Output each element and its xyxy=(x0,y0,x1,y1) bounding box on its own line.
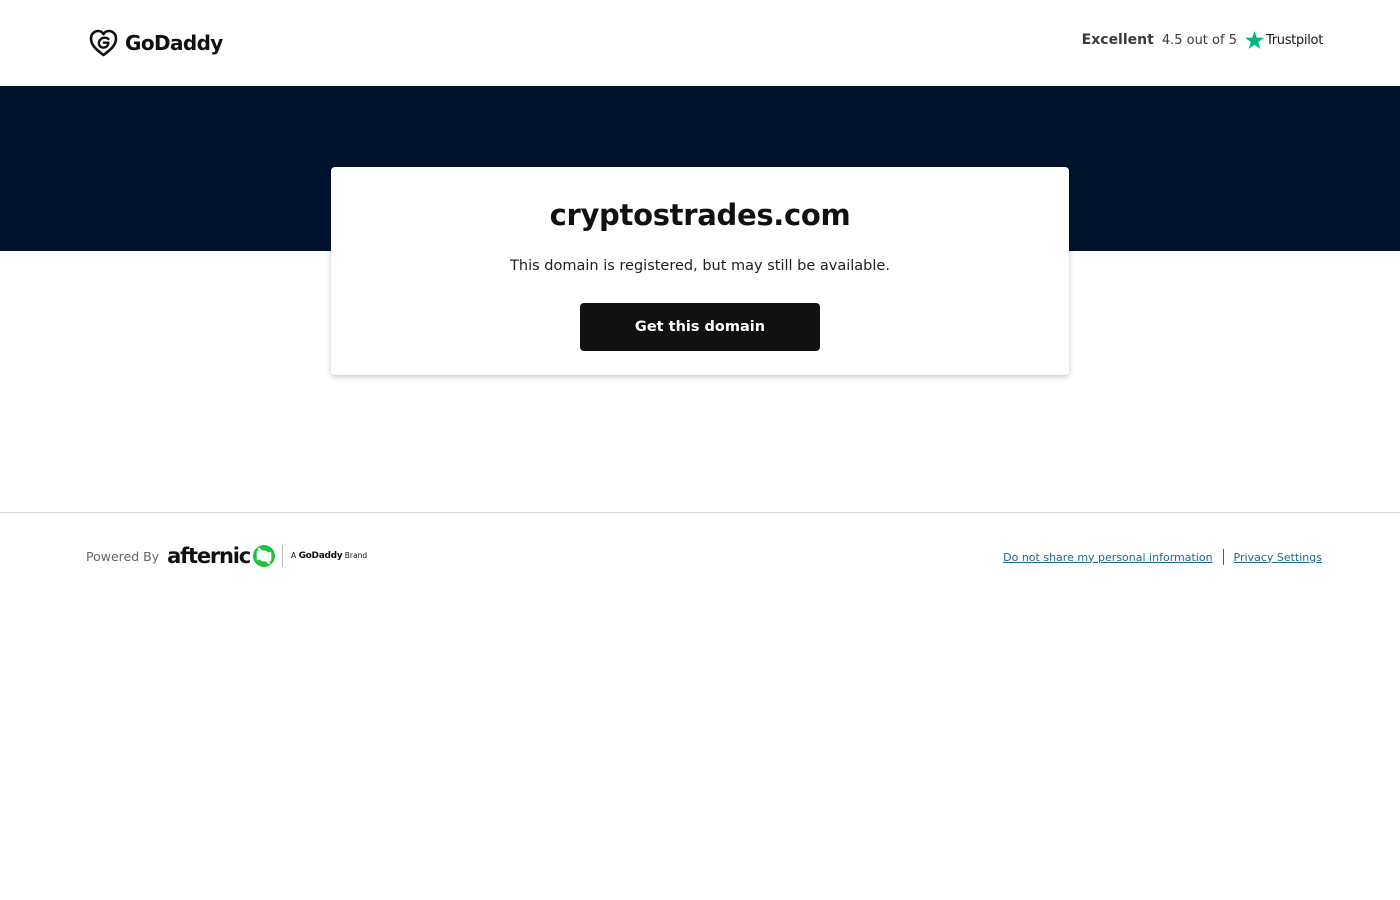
top-header: GoDaddy Excellent 4.5 out of 5 Trustpilo… xyxy=(0,0,1400,86)
trustpilot-star-icon xyxy=(1245,31,1266,49)
godaddy-brand-tag: A GoDaddy Brand xyxy=(291,551,367,561)
footer-links: Do not share my personal information Pri… xyxy=(1003,549,1322,565)
afternic-logo-text: afternic xyxy=(167,544,251,568)
footer-divider xyxy=(0,512,1400,513)
godaddy-brand-suffix: Brand xyxy=(344,551,368,560)
get-domain-button[interactable]: Get this domain xyxy=(580,303,820,351)
domain-name: cryptostrades.com xyxy=(549,198,851,232)
trustpilot-rating-word: Excellent xyxy=(1081,32,1154,48)
powered-by-label: Powered By xyxy=(86,548,160,564)
domain-status-text: This domain is registered, but may still… xyxy=(510,258,890,274)
godaddy-brand-prefix: A xyxy=(291,551,297,560)
do-not-share-link[interactable]: Do not share my personal information xyxy=(1003,551,1212,564)
powered-by-afternic: Powered By afternic A GoDaddy Brand xyxy=(86,541,367,571)
domain-card: cryptostrades.com This domain is registe… xyxy=(331,167,1069,375)
footer-link-separator xyxy=(1222,549,1224,565)
godaddy-logo-link[interactable]: GoDaddy xyxy=(88,28,223,58)
godaddy-brand-name: GoDaddy xyxy=(298,551,343,561)
brand-separator xyxy=(282,545,284,567)
trustpilot-rating[interactable]: Excellent 4.5 out of 5 Trustpilot xyxy=(1082,31,1323,49)
godaddy-logo-text: GoDaddy xyxy=(125,31,223,55)
afternic-logo-icon xyxy=(252,544,282,568)
privacy-settings-link[interactable]: Privacy Settings xyxy=(1234,551,1322,564)
trustpilot-score: 4.5 out of 5 xyxy=(1161,32,1237,48)
godaddy-heart-icon xyxy=(88,28,119,58)
trustpilot-brand: Trustpilot xyxy=(1265,32,1323,48)
